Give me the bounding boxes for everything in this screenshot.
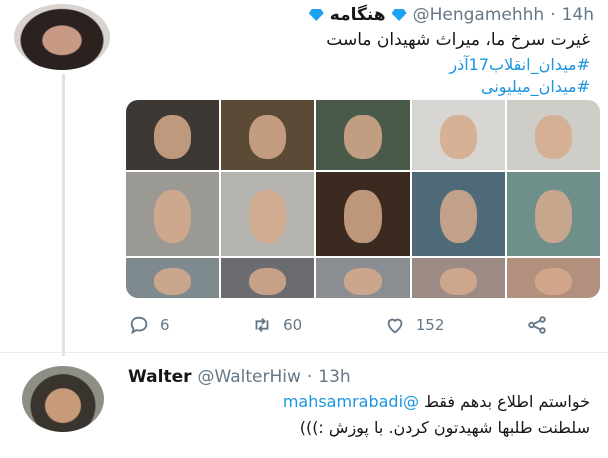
avatar[interactable] xyxy=(14,4,110,70)
user-handle[interactable]: @WalterHiw xyxy=(197,367,300,387)
tweet-text: غیرت سرخ ما، میراث شهیدان ماست xyxy=(326,30,590,50)
retweet-icon xyxy=(255,317,269,333)
reply-text: خواستم اطلاع بدهم فقط xyxy=(424,392,590,411)
portrait-photo xyxy=(316,172,410,256)
separator-dot: · xyxy=(550,5,556,25)
tweet-actions: 6 60 152 xyxy=(128,312,548,338)
reply-count: 6 xyxy=(160,316,170,334)
heart-icon xyxy=(387,318,403,334)
hashtag-link[interactable]: #میدان_انقلاب17آذر xyxy=(449,55,590,74)
reply-action[interactable]: 6 xyxy=(128,314,170,336)
retweet-count: 60 xyxy=(283,316,303,334)
portrait-photo xyxy=(316,258,410,298)
reply-icon xyxy=(130,316,148,335)
reply-text: سلطنت طلبها شهیدتون کردن. با پوزش :))) xyxy=(299,418,590,437)
diamond-icon xyxy=(308,9,324,21)
display-name[interactable]: Walter xyxy=(128,367,191,387)
user-handle[interactable]: @Hengamehhh xyxy=(413,5,545,25)
mention-link[interactable]: @mahsamrabadi xyxy=(283,392,419,411)
like-action[interactable]: 152 xyxy=(384,314,445,336)
share-icon xyxy=(528,316,546,334)
reply-text-line: خواستم اطلاع بدهم فقط @mahsamrabadi xyxy=(283,392,590,411)
portrait-photo xyxy=(506,258,600,298)
retweet-action[interactable]: 60 xyxy=(251,314,302,336)
separator-dot: · xyxy=(306,367,313,387)
timestamp[interactable]: 13h xyxy=(318,367,350,387)
tweet-header: هنگامه @Hengamehhh · 14h xyxy=(308,2,594,28)
portrait-photo xyxy=(506,172,600,256)
portrait-photo xyxy=(221,258,315,298)
portrait-photo xyxy=(126,172,220,256)
like-count: 152 xyxy=(415,316,445,334)
portrait-photo xyxy=(411,172,505,256)
photo-grid[interactable] xyxy=(126,100,600,298)
avatar[interactable] xyxy=(22,366,104,432)
display-name[interactable]: هنگامه xyxy=(330,5,386,25)
portrait-photo xyxy=(316,100,410,170)
portrait-photo xyxy=(221,100,315,170)
share-action[interactable] xyxy=(526,314,548,336)
thread-line xyxy=(62,74,65,356)
portrait-photo xyxy=(126,258,220,298)
portrait-photo xyxy=(411,258,505,298)
diamond-icon xyxy=(391,9,407,21)
hashtag-link[interactable]: #میدان_میلیونی xyxy=(481,77,590,96)
portrait-photo xyxy=(506,100,600,170)
timestamp[interactable]: 14h xyxy=(562,5,594,25)
divider xyxy=(0,352,608,353)
portrait-photo xyxy=(221,172,315,256)
reply-header: Walter @WalterHiw · 13h xyxy=(128,365,351,389)
portrait-photo xyxy=(411,100,505,170)
portrait-photo xyxy=(126,100,220,170)
